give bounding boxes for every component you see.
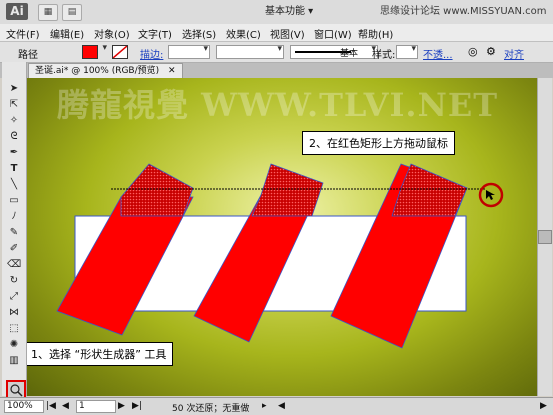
- rectangle-tool-icon[interactable]: ▭: [7, 194, 21, 207]
- scale-tool-icon[interactable]: ⤢: [7, 290, 21, 303]
- opacity-link[interactable]: 不透...: [423, 46, 453, 61]
- symbol-sprayer-tool-icon[interactable]: ✺: [7, 338, 21, 351]
- menu-window[interactable]: 窗口(W): [314, 26, 352, 41]
- variable-width-dropdown[interactable]: [216, 44, 284, 59]
- menu-type[interactable]: 文字(T): [138, 26, 172, 41]
- blob-brush-tool-icon[interactable]: ✐: [7, 242, 21, 255]
- paintbrush-tool-icon[interactable]: ﾉ: [7, 210, 21, 223]
- status-bar: 100% |◀ ◀ 1 ▶ ▶| 50 次还原；无重做 ▸ ◀ ▶: [0, 397, 553, 415]
- menu-help[interactable]: 帮助(H): [358, 26, 393, 41]
- document-setup-icon[interactable]: ⚙: [486, 45, 496, 58]
- scroll-left-icon[interactable]: ◀: [278, 401, 285, 411]
- graphic-style-dropdown[interactable]: [396, 44, 418, 59]
- stroke-link[interactable]: 描边:: [140, 46, 163, 61]
- eraser-tool-icon[interactable]: ⌫: [7, 258, 21, 271]
- width-tool-icon[interactable]: ⋈: [7, 306, 21, 319]
- menu-view[interactable]: 视图(V): [270, 26, 305, 41]
- direct-selection-tool-icon[interactable]: ⇱: [7, 98, 21, 111]
- free-transform-tool-icon[interactable]: ⬚: [7, 322, 21, 335]
- brush-definition-dropdown[interactable]: [290, 44, 378, 59]
- rotate-tool-icon[interactable]: ↻: [7, 274, 21, 287]
- cursor-arrow-icon: [486, 190, 495, 200]
- shape-builder-glyph: [10, 384, 23, 397]
- pencil-tool-icon[interactable]: ✎: [7, 226, 21, 239]
- workspace-switcher[interactable]: 基本功能 ▾: [265, 4, 313, 19]
- menu-object[interactable]: 对象(O): [94, 26, 130, 41]
- first-page-icon[interactable]: |◀: [46, 401, 56, 411]
- line-tool-icon[interactable]: ╲: [7, 178, 21, 191]
- app-logo: Ai: [6, 3, 28, 20]
- page-field[interactable]: 1: [76, 400, 116, 413]
- highlighted-region-2[interactable]: [251, 163, 324, 217]
- artboard-canvas[interactable]: 腾龍視覺 WWW.TLVI.NET 2、在红色矩形上方拖动鼠标 1、选择 “形状…: [27, 78, 537, 396]
- recolor-artwork-icon[interactable]: ◎: [468, 45, 478, 58]
- menu-edit[interactable]: 编辑(E): [50, 26, 84, 41]
- document-tab-label: 圣诞.ai* @ 100% (RGB/预览): [35, 66, 160, 76]
- menu-select[interactable]: 选择(S): [182, 26, 216, 41]
- tools-panel: ➤ ⇱ ✧ ᘓ ✒ T ╲ ▭ ﾉ ✎ ✐ ⌫ ↻ ⤢ ⋈ ⬚ ✺ ▥: [2, 62, 27, 399]
- fill-dropdown[interactable]: [98, 43, 108, 57]
- callout-step-2: 2、在红色矩形上方拖动鼠标: [302, 131, 455, 155]
- application-bar: Ai ▦ ▤ 基本功能 ▾ 思缘设计论坛 www.MISSYUAN.com: [0, 0, 553, 25]
- pen-tool-icon[interactable]: ✒: [7, 146, 21, 159]
- scroll-right-icon[interactable]: ▶: [540, 401, 547, 411]
- bridge-icon[interactable]: ▦: [38, 4, 58, 21]
- callout-step-1: 1、选择 “形状生成器” 工具: [27, 342, 174, 366]
- type-tool-icon[interactable]: T: [7, 162, 21, 175]
- close-tab-icon[interactable]: ✕: [168, 66, 176, 76]
- menu-file[interactable]: 文件(F): [6, 26, 40, 41]
- selection-tool-icon[interactable]: ➤: [7, 82, 21, 95]
- brush-name: 基本: [340, 49, 359, 59]
- previous-page-icon[interactable]: ◀: [62, 401, 69, 411]
- graph-tool-icon[interactable]: ▥: [7, 354, 21, 367]
- arrange-documents-icon[interactable]: ▤: [62, 4, 82, 21]
- status-menu-icon[interactable]: ▸: [262, 401, 267, 411]
- next-page-icon[interactable]: ▶: [118, 401, 125, 411]
- stroke-swatch[interactable]: [112, 45, 128, 59]
- site-watermark: 思缘设计论坛 www.MISSYUAN.com: [380, 6, 547, 17]
- document-tab[interactable]: 圣诞.ai* @ 100% (RGB/预览) ✕: [28, 63, 183, 79]
- fill-swatch[interactable]: [82, 45, 98, 59]
- status-info: 50 次还原；无重做: [172, 404, 250, 414]
- menu-effect[interactable]: 效果(C): [226, 26, 261, 41]
- selection-type-label: 路径: [18, 50, 38, 61]
- no-stroke-icon: [113, 46, 127, 58]
- style-label: 样式:: [372, 50, 396, 61]
- align-link[interactable]: 对齐: [504, 46, 524, 61]
- zoom-field[interactable]: 100%: [4, 400, 44, 413]
- magic-wand-tool-icon[interactable]: ✧: [7, 114, 21, 127]
- vertical-scroll-thumb[interactable]: [538, 230, 552, 244]
- lasso-tool-icon[interactable]: ᘓ: [7, 130, 21, 143]
- last-page-icon[interactable]: ▶|: [132, 401, 142, 411]
- control-bar: 路径 描边: 基本 样式: 不透... ◎ ⚙ 对齐: [0, 42, 553, 63]
- menu-bar: 文件(F) 编辑(E) 对象(O) 文字(T) 选择(S) 效果(C) 视图(V…: [0, 24, 553, 42]
- stroke-weight-dropdown[interactable]: [168, 44, 210, 59]
- highlighted-region-1[interactable]: [120, 163, 194, 217]
